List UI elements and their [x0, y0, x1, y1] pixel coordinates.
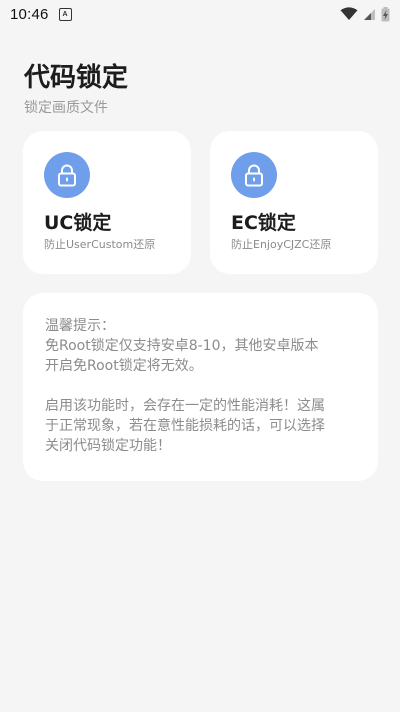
wifi-icon [340, 7, 358, 20]
tips-heading: 温馨提示： [45, 318, 115, 334]
lock-icon [245, 164, 263, 187]
tips-text-line: 启用该功能时，会存在一定的性能消耗！这属 [45, 398, 325, 414]
tips-spacer [45, 376, 356, 396]
ec-lock-icon-circle [231, 152, 277, 198]
uc-lock-icon-circle [44, 152, 90, 198]
notification-icon: A [58, 7, 72, 21]
uc-lock-title: UC锁定 [44, 212, 112, 234]
page-subtitle: 锁定画质文件 [24, 100, 108, 116]
ec-lock-description: 防止EnjoyCJZC还原 [231, 238, 332, 251]
status-bar: 10:46 A [0, 0, 400, 28]
page-header: 代码锁定 锁定画质文件 [24, 62, 128, 118]
tips-text-line: 关闭代码锁定功能！ [45, 438, 171, 454]
battery-charging-icon [381, 6, 390, 21]
cellular-signal-icon [364, 8, 375, 20]
page-title: 代码锁定 [24, 63, 129, 93]
ec-lock-card[interactable]: EC锁定 防止EnjoyCJZC还原 [210, 131, 378, 274]
tips-text-line: 于正常现象，若在意性能损耗的话，可以选择 [45, 418, 325, 434]
uc-lock-card[interactable]: UC锁定 防止UserCustom还原 [23, 131, 191, 274]
status-time: 10:46 [10, 5, 49, 23]
status-icons [340, 6, 390, 22]
tips-text-line: 开启免Root锁定将无效。 [45, 358, 203, 374]
tips-card: 温馨提示： 免Root锁定仅支持安卓8-10，其他安卓版本 开启免Root锁定将… [23, 293, 378, 481]
tips-text-line: 免Root锁定仅支持安卓8-10，其他安卓版本 [45, 338, 319, 354]
uc-lock-description: 防止UserCustom还原 [44, 238, 156, 251]
ec-lock-title: EC锁定 [231, 212, 296, 234]
lock-icon [58, 164, 76, 187]
